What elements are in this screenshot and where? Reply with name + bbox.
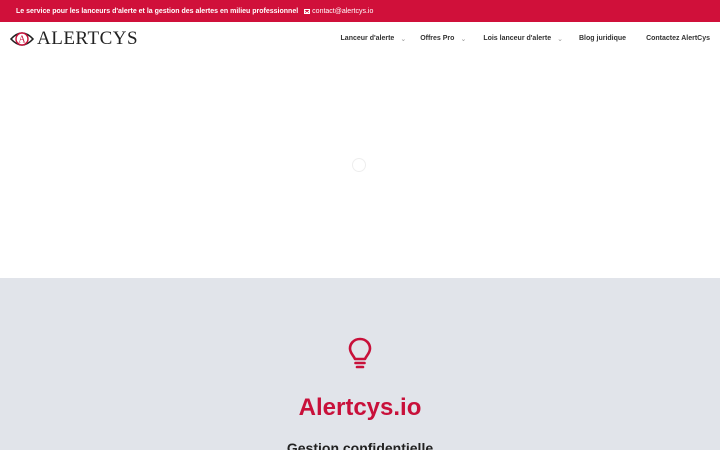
intro-section: Alertcys.io Gestion confidentielle xyxy=(0,278,720,450)
section-title: Alertcys.io xyxy=(298,394,422,421)
nav-item-lois-lanceur-alerte[interactable]: Lois lanceur d'alerte ⌄ xyxy=(483,35,563,43)
hero-area xyxy=(0,55,720,278)
nav-item-contactez-alertcys[interactable]: Contactez AlertCys xyxy=(646,35,710,42)
nav-item-label: Lois lanceur d'alerte xyxy=(483,35,552,42)
site-header: A ALERTCYS Lanceur d'alerte ⌄ Offres Pro… xyxy=(0,22,720,55)
nav-item-offres-pro[interactable]: Offres Pro ⌄ xyxy=(420,35,466,43)
nav-item-label: Contactez AlertCys xyxy=(646,35,710,42)
chevron-down-icon: ⌄ xyxy=(557,35,563,43)
nav-item-lanceur-alerte[interactable]: Lanceur d'alerte ⌄ xyxy=(341,35,407,43)
section-subtitle: Gestion confidentielle xyxy=(286,440,434,450)
chevron-down-icon: ⌄ xyxy=(400,35,407,43)
logo-eye-icon: A xyxy=(10,32,34,46)
nav-item-label: Lanceur d'alerte xyxy=(340,35,395,42)
logo-letter: A xyxy=(18,35,26,46)
nav-item-label: Offres Pro xyxy=(420,35,455,42)
site-logo[interactable]: A ALERTCYS xyxy=(10,28,138,50)
top-banner: Le service pour les lanceurs d'alerte et… xyxy=(0,0,720,22)
nav-item-label: Blog juridique xyxy=(579,35,627,42)
nav-item-blog-juridique[interactable]: Blog juridique xyxy=(579,35,626,42)
mail-icon xyxy=(304,8,311,14)
logo-text: ALERTCYS xyxy=(37,28,139,49)
main-nav: Lanceur d'alerte ⌄ Offres Pro ⌄ Lois lan… xyxy=(341,22,710,55)
loading-spinner-icon xyxy=(352,158,366,172)
chevron-down-icon: ⌄ xyxy=(460,35,467,43)
contact-email: contact@alertcys.io xyxy=(312,7,374,15)
lightbulb-icon xyxy=(348,337,372,369)
site-tagline: Le service pour les lanceurs d'alerte et… xyxy=(16,7,299,15)
contact-email-link[interactable]: contact@alertcys.io xyxy=(304,8,373,15)
